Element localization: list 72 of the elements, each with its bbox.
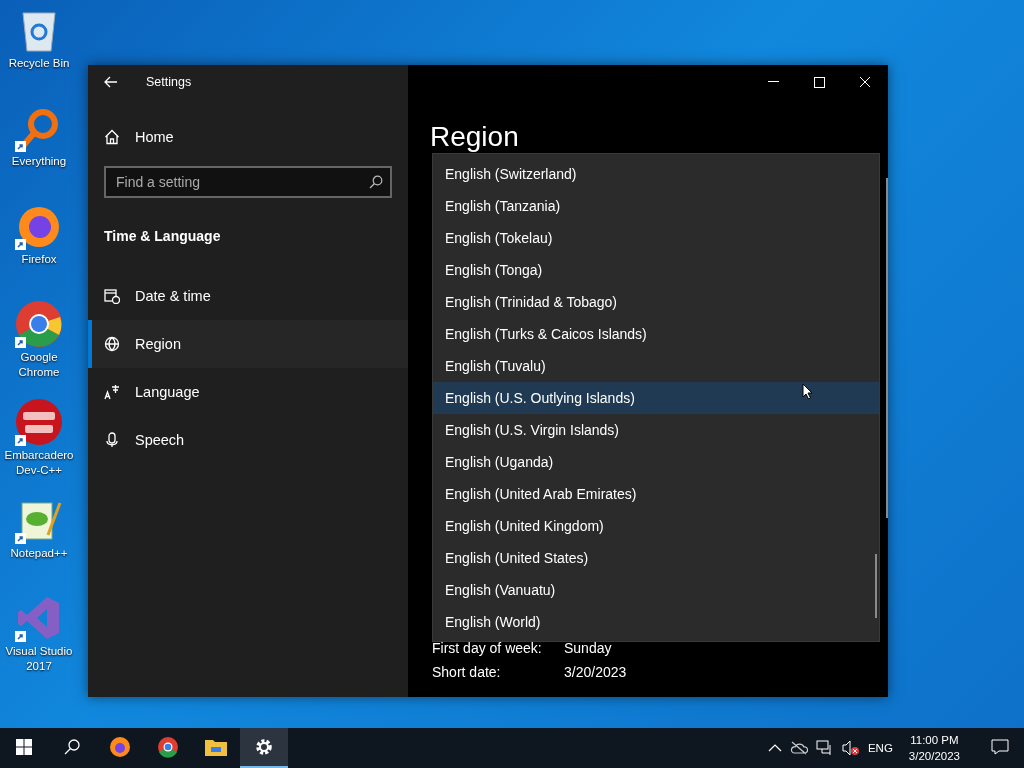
taskbar-app-button[interactable] <box>240 728 288 768</box>
shortcut-label: Firefox <box>21 252 57 267</box>
dropdown-option[interactable]: English (Tanzania) <box>433 190 879 222</box>
back-arrow-icon[interactable] <box>104 76 118 88</box>
calendar-clock-icon <box>104 288 120 304</box>
dropdown-option[interactable]: English (Trinidad & Tobago) <box>433 286 879 318</box>
nav-item[interactable]: Date & time <box>88 272 408 320</box>
section-heading: Time & Language <box>104 228 222 244</box>
infinity-ribbon-icon <box>17 595 61 641</box>
dropdown-option[interactable]: English (Turks & Caicos Islands) <box>433 318 879 350</box>
minimize-icon <box>767 81 779 83</box>
window-title: Settings <box>146 75 192 89</box>
chrome-wheel-icon <box>157 736 179 758</box>
input-language-indicator[interactable]: ENG <box>867 742 893 754</box>
folder-icon <box>205 738 227 756</box>
settings-icon <box>254 737 274 757</box>
fox-globe-icon <box>109 736 131 758</box>
shortcut-label: Embarcadero Dev-C++ <box>3 448 75 478</box>
detail-label: First day of week: <box>432 640 543 656</box>
dropdown-option[interactable]: English (United States) <box>433 542 879 574</box>
dropdown-option[interactable]: English (United Arab Emirates) <box>433 478 879 510</box>
dropdown-option[interactable]: English (Tonga) <box>433 254 879 286</box>
desktop-shortcut[interactable]: Embarcadero Dev-C++ <box>0 398 78 482</box>
clock[interactable]: 11:00 PM 3/20/2023 <box>900 732 968 764</box>
shortcut-label: Everything <box>11 154 67 169</box>
detail-value: 3/20/2023 <box>564 664 628 680</box>
desktop-shortcut[interactable]: Everything <box>0 104 78 188</box>
chrome-wheel-icon <box>15 300 63 348</box>
dropdown-option[interactable]: English (Switzerland) <box>433 158 879 190</box>
mouse-pointer-icon <box>802 383 813 400</box>
speaker-muted-icon[interactable] <box>841 740 860 756</box>
nav-item[interactable]: Speech <box>88 416 408 464</box>
search-icon <box>64 739 80 755</box>
nav-item[interactable]: Region <box>88 320 408 368</box>
shortcut-label: Google Chrome <box>17 350 61 380</box>
desktop-shortcut[interactable]: Visual Studio 2017 <box>0 594 78 678</box>
desktop-shortcut[interactable]: Recycle Bin <box>0 6 78 90</box>
language-icon <box>104 384 120 400</box>
dropdown-option[interactable]: English (World) <box>433 606 879 638</box>
dropdown-option[interactable]: English (U.S. Outlying Islands) <box>433 382 879 414</box>
maximize-icon <box>813 76 825 88</box>
shortcut-label: Recycle Bin <box>8 56 70 71</box>
scrollbar-thumb[interactable] <box>875 554 877 618</box>
home-icon <box>104 129 120 145</box>
desktop-shortcut[interactable]: Google Chrome <box>0 300 78 384</box>
microphone-icon <box>104 432 120 448</box>
network-icon[interactable] <box>815 740 834 756</box>
desktop-shortcut[interactable]: Notepad++ <box>0 496 78 580</box>
page-title: Region <box>430 120 520 154</box>
windows-logo-icon <box>16 739 32 755</box>
speech-bubble-icon <box>991 739 1009 755</box>
globe-icon <box>104 336 120 352</box>
dropdown-option[interactable]: English (Uganda) <box>433 446 879 478</box>
detail-value: Sunday <box>564 640 613 656</box>
shortcut-label: Notepad++ <box>10 546 68 561</box>
dropdown-option[interactable]: English (United Kingdom) <box>433 510 879 542</box>
nav-item[interactable]: Language <box>88 368 408 416</box>
scrollbar[interactable] <box>886 178 888 518</box>
desktop-shortcut[interactable]: Firefox <box>0 202 78 286</box>
chevron-up-icon[interactable] <box>767 744 782 752</box>
shortcut-label: Visual Studio 2017 <box>4 644 74 674</box>
dropdown-option[interactable]: English (Vanuatu) <box>433 574 879 606</box>
search-field[interactable]: Find a setting <box>104 166 392 198</box>
cloud-off-icon[interactable] <box>789 741 808 755</box>
close-icon <box>859 76 871 88</box>
dropdown-option[interactable]: English (Tuvalu) <box>433 350 879 382</box>
dropdown-option[interactable]: English (U.S. Virgin Islands) <box>433 414 879 446</box>
search-icon <box>369 175 383 189</box>
detail-label: Short date: <box>432 664 502 680</box>
home-link[interactable]: Home <box>104 120 408 154</box>
dropdown-option[interactable]: English (Tokelau) <box>433 222 879 254</box>
round-logo-icon <box>15 398 63 446</box>
